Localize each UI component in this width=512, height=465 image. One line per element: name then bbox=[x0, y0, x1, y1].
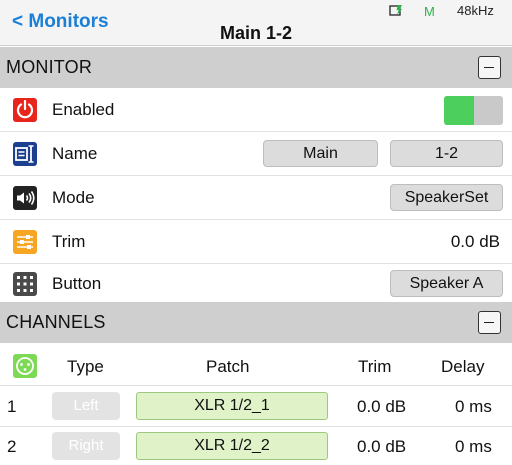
sample-rate: 48kHz bbox=[457, 3, 494, 18]
monitor-section-header: MONITOR bbox=[0, 47, 512, 88]
mode-select[interactable]: SpeakerSet bbox=[390, 184, 503, 211]
sliders-icon bbox=[13, 230, 37, 254]
channel-type-button[interactable]: Right bbox=[52, 432, 120, 460]
button-row: Button Speaker A bbox=[0, 264, 512, 302]
channels-section-label: CHANNELS bbox=[6, 312, 106, 332]
monitor-section-label: MONITOR bbox=[6, 57, 93, 77]
keypad-icon bbox=[13, 272, 37, 296]
channel-delay-value[interactable]: 0 ms bbox=[455, 437, 492, 457]
channel-index: 1 bbox=[7, 397, 17, 416]
enabled-row: Enabled bbox=[0, 88, 512, 131]
header-bar: < Monitors Main 1-2 M 48kHz bbox=[0, 0, 512, 46]
channels-section-header: CHANNELS bbox=[0, 302, 512, 343]
column-trim: Trim bbox=[358, 357, 392, 376]
divider bbox=[0, 426, 512, 427]
button-label: Button bbox=[52, 274, 102, 293]
name-field-suffix[interactable]: 1-2 bbox=[390, 140, 503, 167]
channel-type-button[interactable]: Left bbox=[52, 392, 120, 420]
enabled-label: Enabled bbox=[52, 100, 115, 119]
channel-trim-value[interactable]: 0.0 dB bbox=[357, 397, 406, 417]
mode-row: Mode SpeakerSet bbox=[0, 176, 512, 219]
channel-trim-value[interactable]: 0.0 dB bbox=[357, 437, 406, 457]
trim-row: Trim 0.0 dB bbox=[0, 220, 512, 263]
name-label: Name bbox=[52, 144, 98, 163]
enabled-toggle[interactable] bbox=[444, 96, 503, 125]
back-button[interactable]: < Monitors bbox=[12, 11, 109, 33]
column-patch: Patch bbox=[206, 357, 250, 376]
page-title: Main 1-2 bbox=[220, 23, 293, 43]
power-icon bbox=[13, 98, 37, 122]
speaker-icon bbox=[13, 186, 37, 210]
monitor-collapse-button[interactable] bbox=[478, 56, 501, 79]
column-delay: Delay bbox=[441, 357, 485, 376]
mode-label: Mode bbox=[52, 188, 95, 207]
button-select[interactable]: Speaker A bbox=[390, 270, 503, 297]
channel-index: 2 bbox=[7, 437, 17, 456]
channels-collapse-button[interactable] bbox=[478, 311, 501, 334]
trim-value[interactable]: 0.0 dB bbox=[451, 232, 500, 252]
name-field-main[interactable]: Main bbox=[263, 140, 378, 167]
channels-icon bbox=[13, 354, 37, 378]
column-type: Type bbox=[67, 357, 104, 376]
channel-patch-button[interactable]: XLR 1/2_1 bbox=[136, 392, 328, 420]
divider bbox=[0, 385, 512, 386]
meter-status: M bbox=[424, 4, 435, 19]
clock-charging-icon bbox=[389, 5, 402, 16]
enabled-toggle-on bbox=[444, 96, 474, 125]
channel-patch-button[interactable]: XLR 1/2_2 bbox=[136, 432, 328, 460]
trim-label: Trim bbox=[52, 232, 86, 251]
channel-delay-value[interactable]: 0 ms bbox=[455, 397, 492, 417]
name-row: Name Main 1-2 bbox=[0, 132, 512, 175]
name-tag-icon bbox=[13, 142, 37, 166]
